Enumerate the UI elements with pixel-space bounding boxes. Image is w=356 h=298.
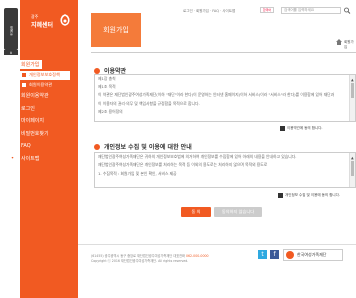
- checkbox-icon[interactable]: [278, 193, 283, 198]
- section-dot-icon: [94, 67, 100, 74]
- checkbox-icon[interactable]: [280, 126, 285, 131]
- language-select[interactable]: 한국어: [260, 7, 274, 13]
- search-icon[interactable]: [343, 7, 351, 14]
- logo-big-text: 지혜센터: [31, 22, 54, 29]
- logo-small-text: 광주: [31, 14, 39, 19]
- section-dot-icon: [94, 143, 100, 150]
- quick-menu-arrow-icon[interactable]: ∧: [4, 50, 18, 55]
- sidebar-item-label: 사이트맵: [21, 155, 40, 162]
- sidebar-item-terms[interactable]: 회원이용약관: [8, 90, 78, 103]
- partner-logo[interactable]: 한국여성가족재단: [283, 249, 343, 261]
- bullet-icon: [22, 73, 26, 78]
- site-logo[interactable]: 광주 지혜센터: [31, 12, 75, 32]
- sidebar-item-label: 마이페이지: [21, 118, 45, 125]
- privacy-agree[interactable]: 개인정보 수집 및 이용에 동의 합니다.: [278, 193, 340, 198]
- partner-mark-icon: [286, 251, 294, 259]
- partner-label: 한국여성가족재단: [297, 252, 327, 257]
- privacy-line: 재단법인광주여성가족재단은 개인정보를 처리하는 목적 등 이외의 용도로는 처…: [98, 162, 268, 168]
- sidebar-item-login[interactable]: 로그인: [8, 102, 78, 115]
- terms-textbox[interactable]: 제1장 총칙 제1조 목적 이 약관은 재단법인광주여성가족재단(이하 "재단"…: [94, 74, 356, 122]
- privacy-section-title: 개인정보 수집 및 이용에 대한 안내: [94, 142, 192, 151]
- privacy-title-text: 개인정보 수집 및 이용에 대한 안내: [104, 144, 192, 151]
- sidebar-item-find-password[interactable]: 비밀번호찾기: [8, 127, 78, 140]
- footer-address: (61455) 광주광역시 동구 중앙로 재단법인광주여성가족재단 대표전화: [91, 254, 185, 258]
- sidebar-item-label: 로그인: [21, 105, 35, 112]
- terms-agree-label: 이용약관에 동의 합니다.: [287, 126, 323, 130]
- sidebar-menu: 회원가입 개인정보보호정책 회원이용약관 회원이용약관 로그인 마이페이지 비밀…: [8, 58, 78, 165]
- sidebar-item-faq[interactable]: FAQ: [8, 140, 78, 153]
- document-icon: [8, 92, 16, 100]
- search-input[interactable]: 검색어를 입력하세요: [281, 7, 341, 14]
- sidebar-item-label: 회원이용약관: [21, 93, 49, 100]
- terms-line: 이 약관은 재단법인광주여성가족재단(이하 "재단"이라 한다)이 운영하는 인…: [98, 92, 335, 98]
- disagree-button[interactable]: 동의하지 않습니다: [214, 207, 262, 217]
- power-icon: [8, 104, 16, 112]
- terms-line: 이 이용자의 권리·의무 및 책임사항을 규정함을 목적으로 합니다.: [98, 100, 200, 106]
- agree-button[interactable]: 동 의: [181, 207, 211, 217]
- footer-divider: [78, 244, 356, 245]
- footer-copyright: Copyright ⓒ 2016 재단법인광주여성가족재단. All right…: [91, 259, 189, 263]
- facebook-icon[interactable]: f: [270, 250, 279, 259]
- terms-agree[interactable]: 이용약관에 동의 합니다.: [280, 126, 323, 131]
- sidebar-item-sitemap[interactable]: 사이트맵: [8, 152, 78, 165]
- terms-line: 제1조 목적: [98, 84, 116, 90]
- breadcrumb: 회원가입: [344, 40, 354, 49]
- chat-icon: [8, 142, 16, 150]
- user-icon: [8, 60, 16, 68]
- quick-menu-button[interactable]: 퀵메뉴: [4, 8, 18, 50]
- logo-mark-icon: [60, 14, 70, 26]
- sidebar-item-label: FAQ: [21, 142, 31, 149]
- divider: [91, 52, 356, 53]
- privacy-scrollbar[interactable]: ▲: [349, 153, 355, 187]
- sidebar-item-mypage[interactable]: 마이페이지: [8, 115, 78, 128]
- footer-text: (61455) 광주광역시 동구 중앙로 재단법인광주여성가족재단 대표전화 0…: [91, 254, 271, 264]
- terms-line: 제2조 용어정의: [98, 108, 123, 114]
- privacy-agree-label: 개인정보 수집 및 이용에 동의 합니다.: [285, 193, 340, 197]
- privacy-line: 1. 수집목적 : 회원가입 및 본인 확인, 서비스 제공: [98, 170, 177, 176]
- map-pin-icon: [8, 154, 16, 162]
- sidebar-sub-label: 개인정보보호정책: [29, 72, 60, 78]
- magnifier-icon: [8, 117, 16, 125]
- sidebar-sub-terms[interactable]: 회원이용약관: [8, 80, 78, 90]
- sidebar-sub-label: 회원이용약관: [29, 81, 53, 87]
- top-utility-nav[interactable]: 로그인 · 회원가입 · FAQ · 사이트맵: [183, 9, 235, 14]
- scroll-thumb[interactable]: [351, 161, 354, 176]
- privacy-textbox[interactable]: 재단법인광주여성가족재단은 귀하의 개인정보보호법에 의거하여 개인정보를 수집…: [94, 152, 356, 188]
- privacy-line: 재단법인광주여성가족재단은 귀하의 개인정보보호법에 의거하여 개인정보를 수집…: [98, 154, 297, 159]
- sidebar-sub-privacy[interactable]: 개인정보보호정책: [20, 70, 70, 80]
- terms-line: 제1장 총칙: [98, 76, 116, 81]
- footer-phone: 062-000-0000: [185, 254, 209, 258]
- sidebar-item-label: 비밀번호찾기: [21, 130, 49, 137]
- bullet-icon: [22, 82, 26, 87]
- terms-scrollbar[interactable]: ▲: [349, 75, 355, 121]
- sidebar-item-signup[interactable]: 회원가입: [8, 58, 78, 71]
- sidebar-item-label: 회원가입: [18, 59, 43, 69]
- key-icon: [8, 129, 16, 137]
- twitter-icon[interactable]: t: [258, 250, 267, 259]
- home-icon[interactable]: [335, 38, 343, 46]
- page-title: 회원가입: [91, 13, 141, 47]
- scroll-thumb[interactable]: [351, 83, 354, 98]
